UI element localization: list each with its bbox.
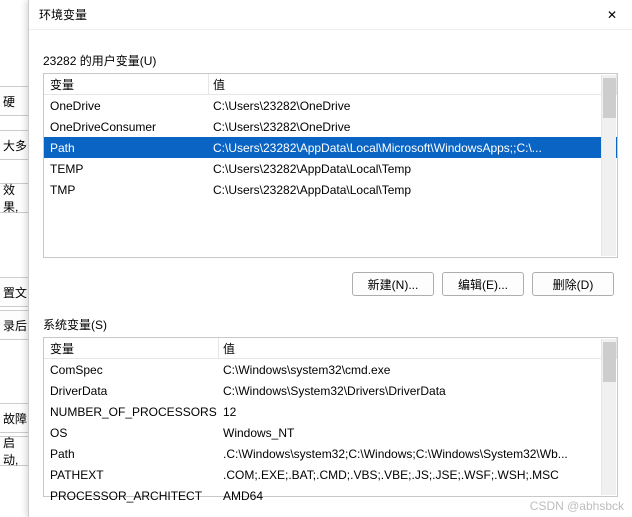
table-row[interactable]: OSWindows_NT (44, 422, 617, 443)
var-name: PROCESSOR_ARCHITECT (44, 489, 219, 503)
var-name: NUMBER_OF_PROCESSORS (44, 405, 219, 419)
env-vars-dialog: 环境变量 ✕ 23282 的用户变量(U) 变量 值 OneDriveC:\Us… (28, 0, 632, 517)
var-value: C:\Users\23282\AppData\Local\Microsoft\W… (209, 141, 617, 155)
table-row[interactable]: TEMPC:\Users\23282\AppData\Local\Temp (44, 158, 617, 179)
var-value: Windows_NT (219, 426, 617, 440)
back-fragment: 硬 (0, 86, 28, 116)
sys-vars-label: 系统变量(S) (43, 316, 618, 333)
back-fragment: 置文 (0, 277, 28, 307)
table-row[interactable]: PATHEXT.COM;.EXE;.BAT;.CMD;.VBS;.VBE;.JS… (44, 464, 617, 485)
var-value: C:\Windows\system32\cmd.exe (219, 363, 617, 377)
scrollbar[interactable] (601, 75, 616, 256)
table-row[interactable]: Path.C:\Windows\system32;C:\Windows;C:\W… (44, 443, 617, 464)
titlebar: 环境变量 ✕ (29, 0, 632, 30)
var-value: 12 (219, 405, 617, 419)
close-icon: ✕ (607, 8, 617, 22)
dialog-title: 环境变量 (39, 6, 87, 23)
var-value: C:\Users\23282\AppData\Local\Temp (209, 162, 617, 176)
var-value: .COM;.EXE;.BAT;.CMD;.VBS;.VBE;.JS;.JSE;.… (219, 468, 617, 482)
sys-vars-grid[interactable]: 变量 值 ComSpecC:\Windows\system32\cmd.exeD… (43, 337, 618, 497)
var-value: AMD64 (219, 489, 617, 503)
var-name: Path (44, 447, 219, 461)
back-fragment: 录后 (0, 310, 28, 340)
scrollbar-thumb[interactable] (603, 78, 616, 118)
var-name: Path (44, 141, 209, 155)
user-button-row: 新建(N)... 编辑(E)... 删除(D) (43, 272, 614, 296)
var-value: C:\Windows\System32\Drivers\DriverData (219, 384, 617, 398)
var-name: ComSpec (44, 363, 219, 377)
table-row[interactable]: PROCESSOR_ARCHITECTAMD64 (44, 485, 617, 506)
table-row[interactable]: OneDriveConsumerC:\Users\23282\OneDrive (44, 116, 617, 137)
table-row[interactable]: OneDriveC:\Users\23282\OneDrive (44, 95, 617, 116)
scrollbar-thumb[interactable] (603, 342, 616, 382)
edit-button[interactable]: 编辑(E)... (442, 272, 524, 296)
col-header-name[interactable]: 变量 (44, 74, 209, 94)
table-row[interactable]: ComSpecC:\Windows\system32\cmd.exe (44, 359, 617, 380)
new-button[interactable]: 新建(N)... (352, 272, 434, 296)
table-row[interactable]: PathC:\Users\23282\AppData\Local\Microso… (44, 137, 617, 158)
var-name: DriverData (44, 384, 219, 398)
var-name: PATHEXT (44, 468, 219, 482)
table-row[interactable]: DriverDataC:\Windows\System32\Drivers\Dr… (44, 380, 617, 401)
user-vars-grid[interactable]: 变量 值 OneDriveC:\Users\23282\OneDriveOneD… (43, 73, 618, 258)
edit-button-label: 编辑(E)... (458, 276, 508, 293)
grid-header: 变量 值 (44, 338, 617, 359)
delete-button-label: 删除(D) (553, 276, 594, 293)
table-row[interactable]: TMPC:\Users\23282\AppData\Local\Temp (44, 179, 617, 200)
col-header-value[interactable]: 值 (219, 338, 617, 358)
var-name: OneDriveConsumer (44, 120, 209, 134)
new-button-label: 新建(N)... (368, 276, 419, 293)
grid-header: 变量 值 (44, 74, 617, 95)
var-name: OS (44, 426, 219, 440)
back-fragment: 效果, (0, 183, 28, 213)
var-value: .C:\Windows\system32;C:\Windows;C:\Windo… (219, 447, 617, 461)
back-fragment: 启动, (0, 436, 28, 466)
dialog-body: 23282 的用户变量(U) 变量 值 OneDriveC:\Users\232… (29, 30, 632, 517)
var-value: C:\Users\23282\AppData\Local\Temp (209, 183, 617, 197)
col-header-name[interactable]: 变量 (44, 338, 219, 358)
back-fragment: 大多 (0, 130, 28, 160)
back-fragment: 故障 (0, 403, 28, 433)
user-vars-label: 23282 的用户变量(U) (43, 52, 618, 69)
var-name: TEMP (44, 162, 209, 176)
var-name: OneDrive (44, 99, 209, 113)
var-value: C:\Users\23282\OneDrive (209, 120, 617, 134)
delete-button[interactable]: 删除(D) (532, 272, 614, 296)
scrollbar[interactable] (601, 339, 616, 495)
col-header-value[interactable]: 值 (209, 74, 617, 94)
var-name: TMP (44, 183, 209, 197)
table-row[interactable]: NUMBER_OF_PROCESSORS12 (44, 401, 617, 422)
var-value: C:\Users\23282\OneDrive (209, 99, 617, 113)
close-button[interactable]: ✕ (600, 3, 624, 27)
